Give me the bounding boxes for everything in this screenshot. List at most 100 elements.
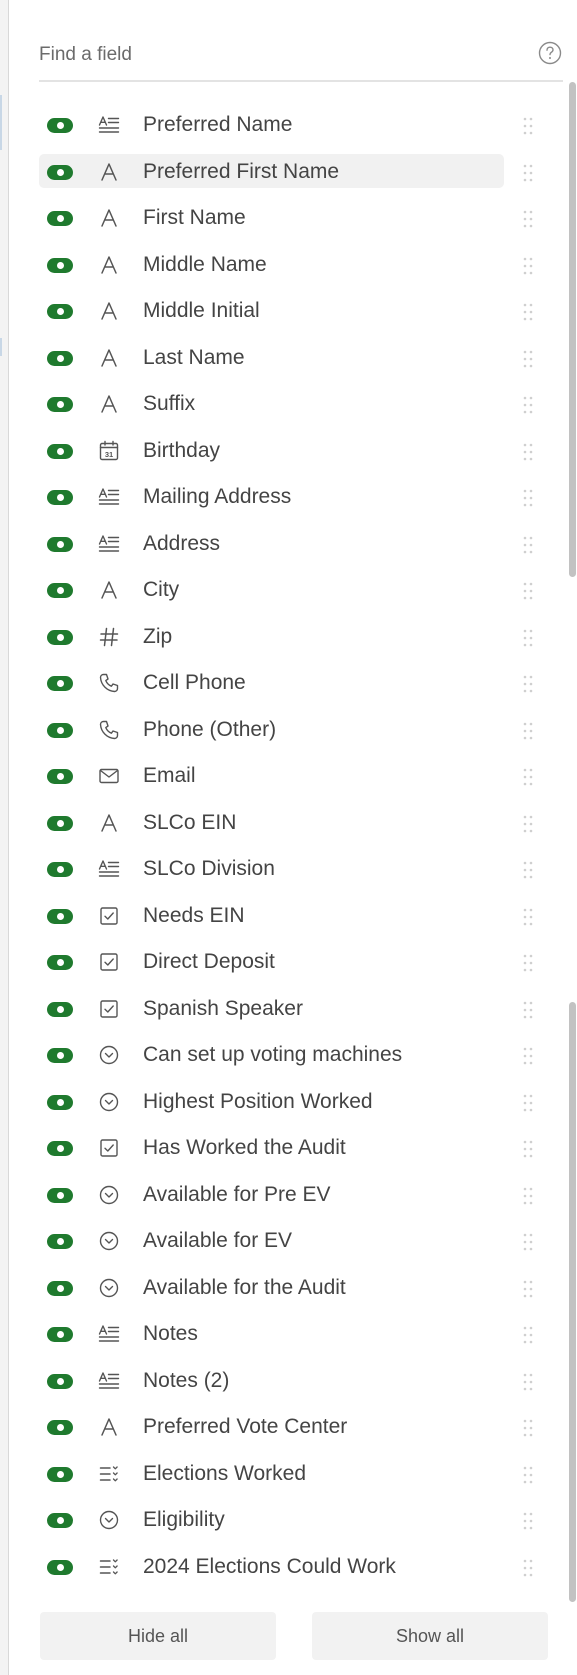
- visibility-toggle[interactable]: [47, 1513, 73, 1528]
- search-input[interactable]: [39, 38, 509, 72]
- drag-handle-icon[interactable]: [520, 1045, 536, 1067]
- drag-handle-icon[interactable]: [520, 1278, 536, 1300]
- hide-all-button[interactable]: Hide all: [40, 1612, 276, 1660]
- drag-handle-icon[interactable]: [520, 441, 536, 463]
- drag-handle-icon[interactable]: [520, 255, 536, 277]
- drag-handle-icon[interactable]: [520, 394, 536, 416]
- field-row-slco-ein[interactable]: SLCo EIN: [39, 800, 539, 847]
- drag-handle-icon[interactable]: [520, 580, 536, 602]
- drag-handle-icon[interactable]: [520, 813, 536, 835]
- field-row-has-worked-the-audit[interactable]: Has Worked the Audit: [39, 1125, 539, 1172]
- visibility-toggle[interactable]: [47, 1373, 73, 1389]
- field-row-elections-worked[interactable]: Elections Worked: [39, 1451, 539, 1498]
- field-row-preferred-vote-center[interactable]: Preferred Vote Center: [39, 1404, 539, 1451]
- field-row-available-for-the-audit[interactable]: Available for the Audit: [39, 1265, 539, 1312]
- field-row-needs-ein[interactable]: Needs EIN: [39, 893, 539, 940]
- drag-handle-icon[interactable]: [520, 1324, 536, 1346]
- drag-handle-icon[interactable]: [520, 859, 536, 881]
- visibility-toggle[interactable]: [47, 955, 73, 970]
- visibility-toggle[interactable]: [47, 350, 73, 366]
- scrollbar[interactable]: [569, 82, 577, 1602]
- field-row-zip[interactable]: Zip: [39, 614, 539, 661]
- visibility-toggle[interactable]: [47, 164, 73, 180]
- drag-handle-icon[interactable]: [520, 1464, 536, 1486]
- visibility-toggle[interactable]: [47, 1234, 73, 1249]
- field-row-last-name[interactable]: Last Name: [39, 335, 539, 382]
- field-row-available-for-pre-ev[interactable]: Available for Pre EV: [39, 1172, 539, 1219]
- field-row-slco-division[interactable]: SLCo Division: [39, 846, 539, 893]
- visibility-toggle[interactable]: [47, 1466, 73, 1482]
- field-row-highest-position-worked[interactable]: Highest Position Worked: [39, 1079, 539, 1126]
- field-row-middle-initial[interactable]: Middle Initial: [39, 288, 539, 335]
- visibility-toggle[interactable]: [47, 1094, 73, 1110]
- drag-handle-icon[interactable]: [520, 1092, 536, 1114]
- field-row-cell-phone[interactable]: Cell Phone: [39, 660, 539, 707]
- field-row-notes[interactable]: Notes: [39, 1311, 539, 1358]
- field-row-suffix[interactable]: Suffix: [39, 381, 539, 428]
- visibility-toggle[interactable]: [47, 1280, 73, 1296]
- drag-handle-icon[interactable]: [520, 208, 536, 230]
- visibility-toggle[interactable]: [47, 1559, 73, 1575]
- drag-handle-icon[interactable]: [520, 487, 536, 509]
- visibility-toggle[interactable]: [47, 397, 73, 412]
- visibility-toggle[interactable]: [47, 443, 73, 459]
- visibility-toggle[interactable]: [47, 211, 73, 226]
- visibility-toggle[interactable]: [47, 815, 73, 831]
- field-row-preferred-name[interactable]: Preferred Name: [39, 102, 539, 149]
- visibility-toggle[interactable]: [47, 629, 73, 645]
- drag-handle-icon[interactable]: [520, 1510, 536, 1532]
- drag-handle-icon[interactable]: [520, 301, 536, 323]
- visibility-toggle[interactable]: [47, 1187, 73, 1203]
- drag-handle-icon[interactable]: [520, 1417, 536, 1439]
- field-row-eligibility[interactable]: Eligibility: [39, 1497, 539, 1544]
- visibility-toggle[interactable]: [47, 1420, 73, 1435]
- drag-handle-icon[interactable]: [520, 952, 536, 974]
- drag-handle-icon[interactable]: [520, 115, 536, 137]
- drag-handle-icon[interactable]: [520, 673, 536, 695]
- field-row-available-for-ev[interactable]: Available for EV: [39, 1218, 539, 1265]
- visibility-toggle[interactable]: [47, 304, 73, 319]
- help-icon[interactable]: [537, 40, 563, 66]
- field-row-2024-elections-could-work[interactable]: 2024 Elections Could Work: [39, 1544, 539, 1591]
- drag-handle-icon[interactable]: [520, 906, 536, 928]
- scrollbar-thumb-bottom[interactable]: [569, 1002, 576, 1602]
- visibility-toggle[interactable]: [47, 862, 73, 877]
- field-row-preferred-first-name[interactable]: Preferred First Name: [39, 149, 539, 196]
- field-row-middle-name[interactable]: Middle Name: [39, 242, 539, 289]
- field-row-notes-2[interactable]: Notes (2): [39, 1358, 539, 1405]
- visibility-toggle[interactable]: [47, 769, 73, 784]
- scrollbar-thumb-top[interactable]: [569, 82, 576, 577]
- drag-handle-icon[interactable]: [520, 1138, 536, 1160]
- drag-handle-icon[interactable]: [520, 720, 536, 742]
- visibility-toggle[interactable]: [47, 908, 73, 924]
- drag-handle-icon[interactable]: [520, 1557, 536, 1579]
- visibility-toggle[interactable]: [47, 1327, 73, 1342]
- field-row-can-set-up-voting-machines[interactable]: Can set up voting machines: [39, 1032, 539, 1079]
- field-row-birthday[interactable]: 31 Birthday: [39, 428, 539, 475]
- drag-handle-icon[interactable]: [520, 534, 536, 556]
- field-row-email[interactable]: Email: [39, 753, 539, 800]
- visibility-toggle[interactable]: [47, 257, 73, 273]
- visibility-toggle[interactable]: [47, 1001, 73, 1017]
- visibility-toggle[interactable]: [47, 536, 73, 552]
- drag-handle-icon[interactable]: [520, 627, 536, 649]
- visibility-toggle[interactable]: [47, 583, 73, 598]
- drag-handle-icon[interactable]: [520, 766, 536, 788]
- field-row-mailing-address[interactable]: Mailing Address: [39, 474, 539, 521]
- drag-handle-icon[interactable]: [520, 162, 536, 184]
- visibility-toggle[interactable]: [47, 722, 73, 738]
- drag-handle-icon[interactable]: [520, 348, 536, 370]
- drag-handle-icon[interactable]: [520, 1371, 536, 1393]
- field-row-address[interactable]: Address: [39, 521, 539, 568]
- field-row-phone-other[interactable]: Phone (Other): [39, 707, 539, 754]
- field-row-direct-deposit[interactable]: Direct Deposit: [39, 939, 539, 986]
- drag-handle-icon[interactable]: [520, 1185, 536, 1207]
- drag-handle-icon[interactable]: [520, 1231, 536, 1253]
- drag-handle-icon[interactable]: [520, 999, 536, 1021]
- show-all-button[interactable]: Show all: [312, 1612, 548, 1660]
- visibility-toggle[interactable]: [47, 1141, 73, 1156]
- field-row-spanish-speaker[interactable]: Spanish Speaker: [39, 986, 539, 1033]
- visibility-toggle[interactable]: [47, 1048, 73, 1063]
- field-row-city[interactable]: City: [39, 567, 539, 614]
- visibility-toggle[interactable]: [47, 118, 73, 133]
